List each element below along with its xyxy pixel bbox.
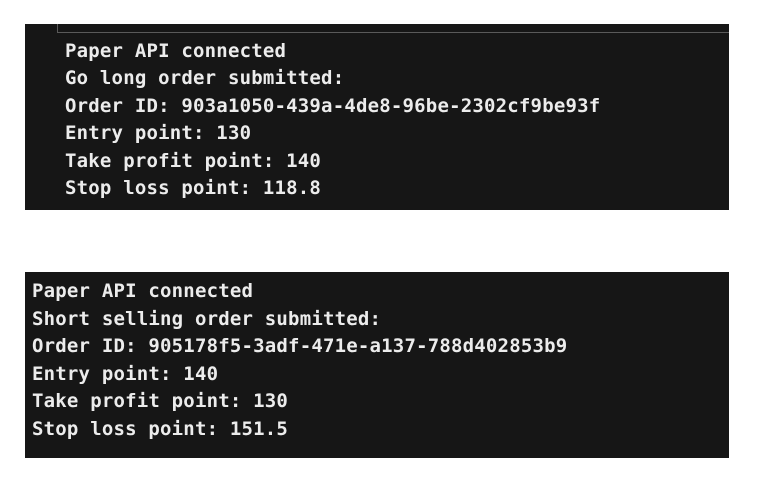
terminal-line-stop-loss: Stop loss point: 151.5 [32, 417, 289, 440]
terminal-line-order-id: Order ID: 903a1050-439a-4de8-96be-2302cf… [65, 94, 601, 117]
terminal-line-status: Paper API connected [32, 280, 254, 302]
terminal-line-order-id: Order ID: 905178f5-3adf-471e-a137-788d40… [32, 335, 568, 358]
terminal-line-take-profit: Take profit point: 140 [65, 149, 322, 172]
terminal-line-order-submitted: Short selling order submitted: [32, 307, 382, 330]
terminal-line-order-submitted: Go long order submitted: [65, 67, 345, 90]
terminal-output-short: Paper API connected Short selling order … [25, 272, 729, 458]
terminal-output-long: Paper API connected Go long order submit… [25, 24, 729, 210]
terminal-line-stop-loss: Stop loss point: 118.8 [65, 177, 322, 200]
terminal-line-entry-point: Entry point: 130 [65, 122, 252, 145]
terminal-line-status: Paper API connected [65, 40, 287, 62]
terminal-line-entry-point: Entry point: 140 [32, 362, 219, 385]
terminal-line-take-profit: Take profit point: 130 [32, 390, 289, 413]
terminal-divider [57, 24, 729, 33]
